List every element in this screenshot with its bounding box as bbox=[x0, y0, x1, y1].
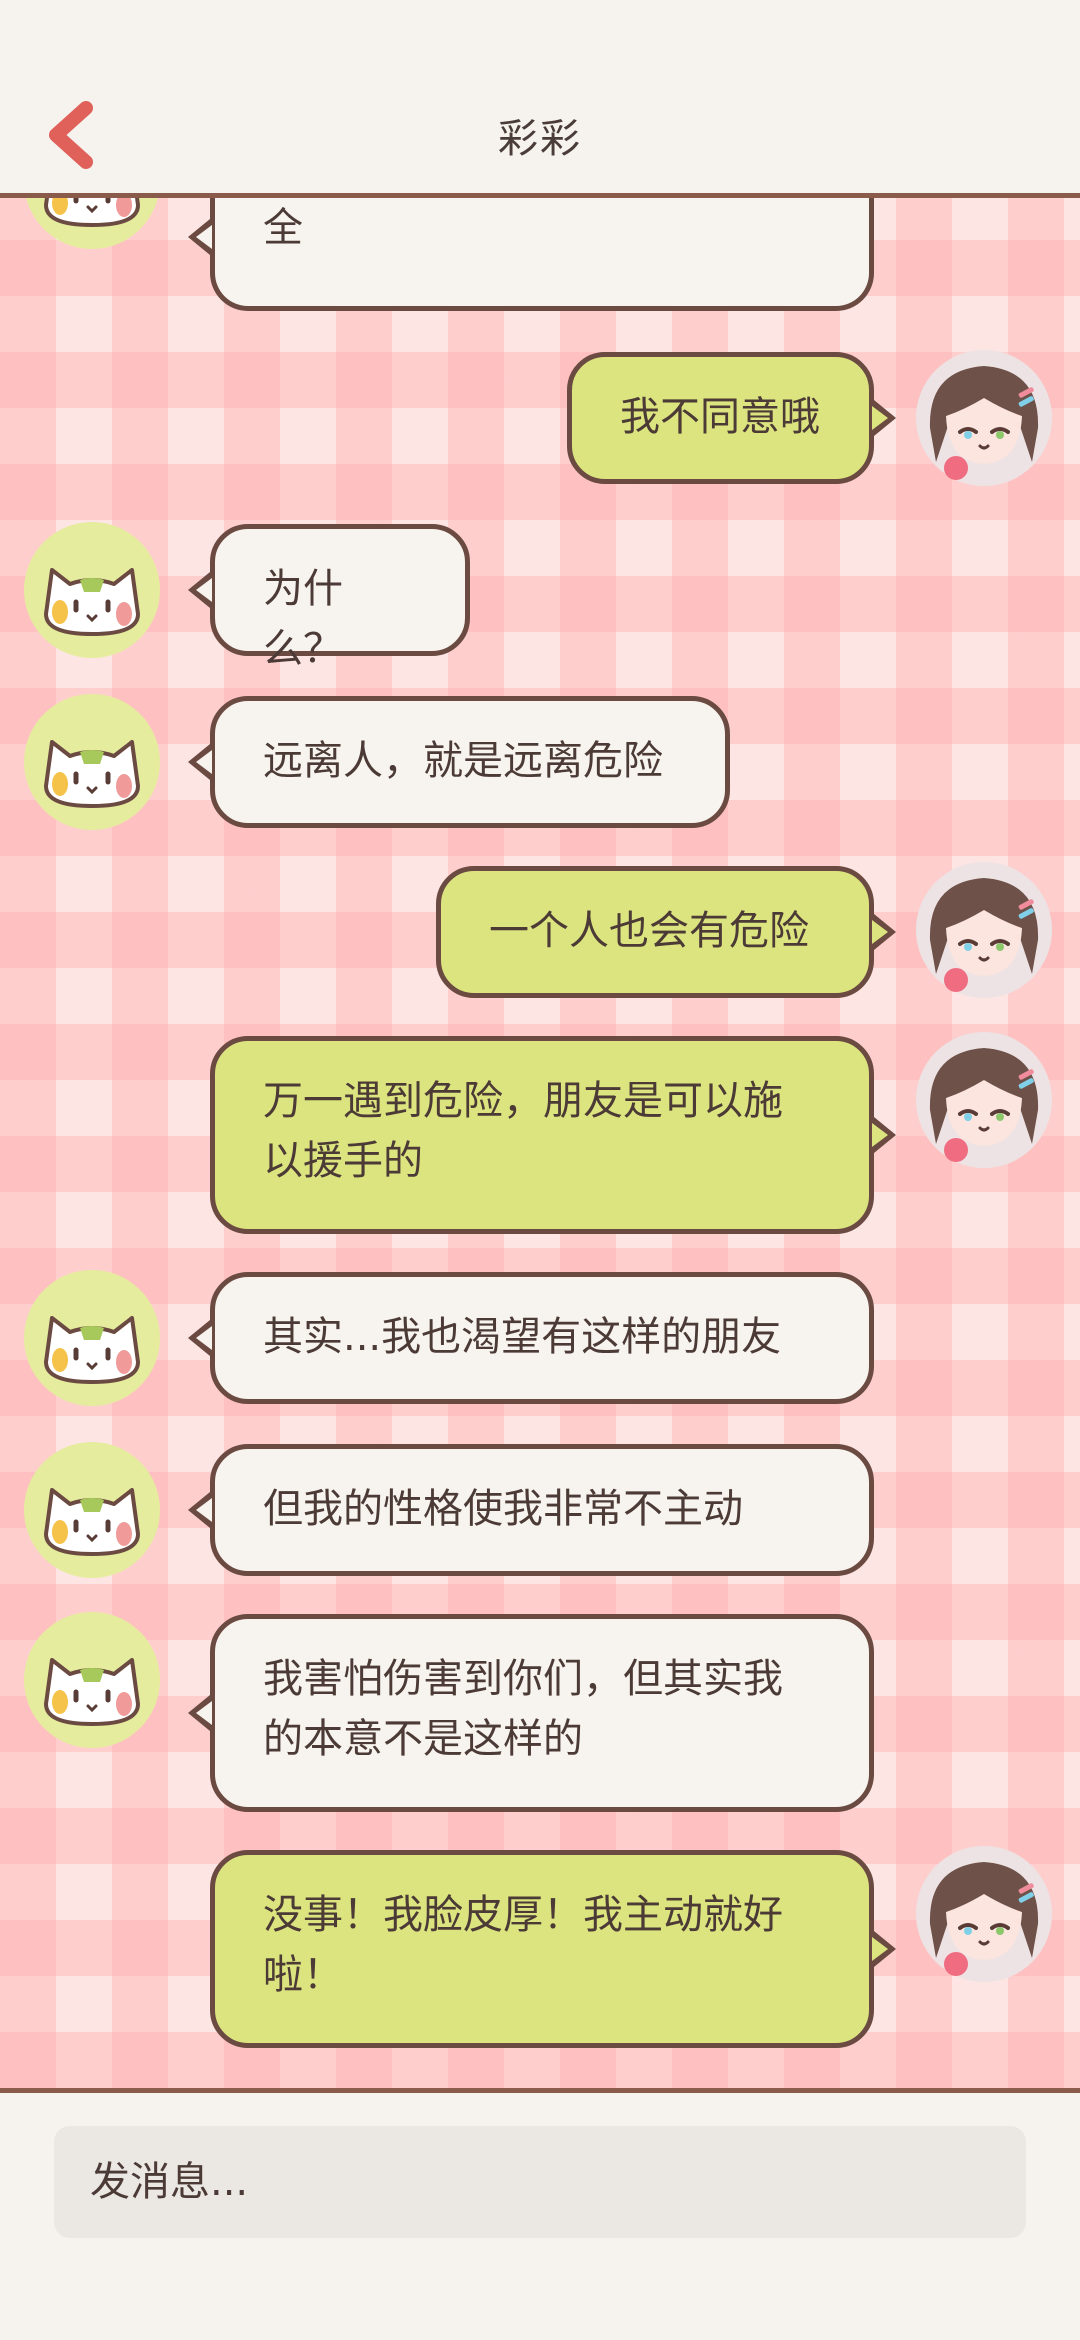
girl-avatar-icon bbox=[916, 1846, 1052, 1982]
message-bubble-incoming[interactable]: 为什么？ bbox=[188, 524, 470, 672]
page-title: 彩彩 bbox=[498, 116, 582, 162]
message-input[interactable] bbox=[54, 2126, 1026, 2238]
message-text: 远离人，就是远离危险 bbox=[263, 738, 663, 784]
cat-avatar-icon bbox=[24, 694, 160, 830]
message-bubble-outgoing[interactable]: 万一遇到危险，朋友是可以施以援手的 bbox=[210, 1036, 896, 1234]
message-bubble-outgoing[interactable]: 一个人也会有危险 bbox=[436, 866, 896, 998]
girl-avatar-icon bbox=[916, 1032, 1052, 1168]
message-list[interactable]: 全 我不同意哦 为什么？ 远离人，就是远离危险 一个人也会有危险 万一遇到危险，… bbox=[0, 198, 1080, 2093]
girl-avatar-icon bbox=[916, 862, 1052, 998]
message-text: 为什么？ bbox=[263, 566, 343, 672]
message-text: 其实...我也渴望有这样的朋友 bbox=[263, 1314, 782, 1360]
cat-avatar-icon bbox=[24, 1270, 160, 1406]
message-text: 一个人也会有危险 bbox=[489, 908, 809, 954]
cat-avatar-icon bbox=[24, 1442, 160, 1578]
message-bubble-incoming[interactable]: 我害怕伤害到你们，但其实我的本意不是这样的 bbox=[188, 1614, 874, 1812]
message-bubble-incoming[interactable]: 远离人，就是远离危险 bbox=[188, 696, 730, 828]
chat-screen: 彩彩 全 我不同意哦 为什么？ 远离人，就是远离危险 一个人也会有危险 万一遇到… bbox=[0, 0, 1080, 2340]
cat-avatar-icon bbox=[24, 1612, 160, 1748]
message-bubble-outgoing[interactable]: 我不同意哦 bbox=[567, 352, 896, 484]
composer-bar bbox=[0, 2093, 1080, 2340]
top-bar: 彩彩 bbox=[0, 0, 1080, 198]
message-text: 万一遇到危险，朋友是可以施以援手的 bbox=[263, 1078, 783, 1184]
cat-avatar-icon bbox=[24, 522, 160, 658]
message-bubble-incoming[interactable]: 但我的性格使我非常不主动 bbox=[188, 1444, 874, 1576]
message-text: 我不同意哦 bbox=[620, 394, 820, 440]
message-bubble-incoming[interactable]: 其实...我也渴望有这样的朋友 bbox=[188, 1272, 874, 1404]
message-text: 没事！我脸皮厚！我主动就好啦！ bbox=[263, 1892, 783, 1998]
message-text: 全 bbox=[263, 205, 303, 251]
message-text: 我害怕伤害到你们，但其实我的本意不是这样的 bbox=[263, 1656, 783, 1762]
message-bubble-incoming[interactable]: 全 bbox=[188, 198, 874, 311]
message-bubble-outgoing[interactable]: 没事！我脸皮厚！我主动就好啦！ bbox=[210, 1850, 896, 2048]
cat-avatar-icon bbox=[26, 198, 158, 249]
message-text: 但我的性格使我非常不主动 bbox=[263, 1486, 743, 1532]
girl-avatar-icon bbox=[916, 350, 1052, 486]
